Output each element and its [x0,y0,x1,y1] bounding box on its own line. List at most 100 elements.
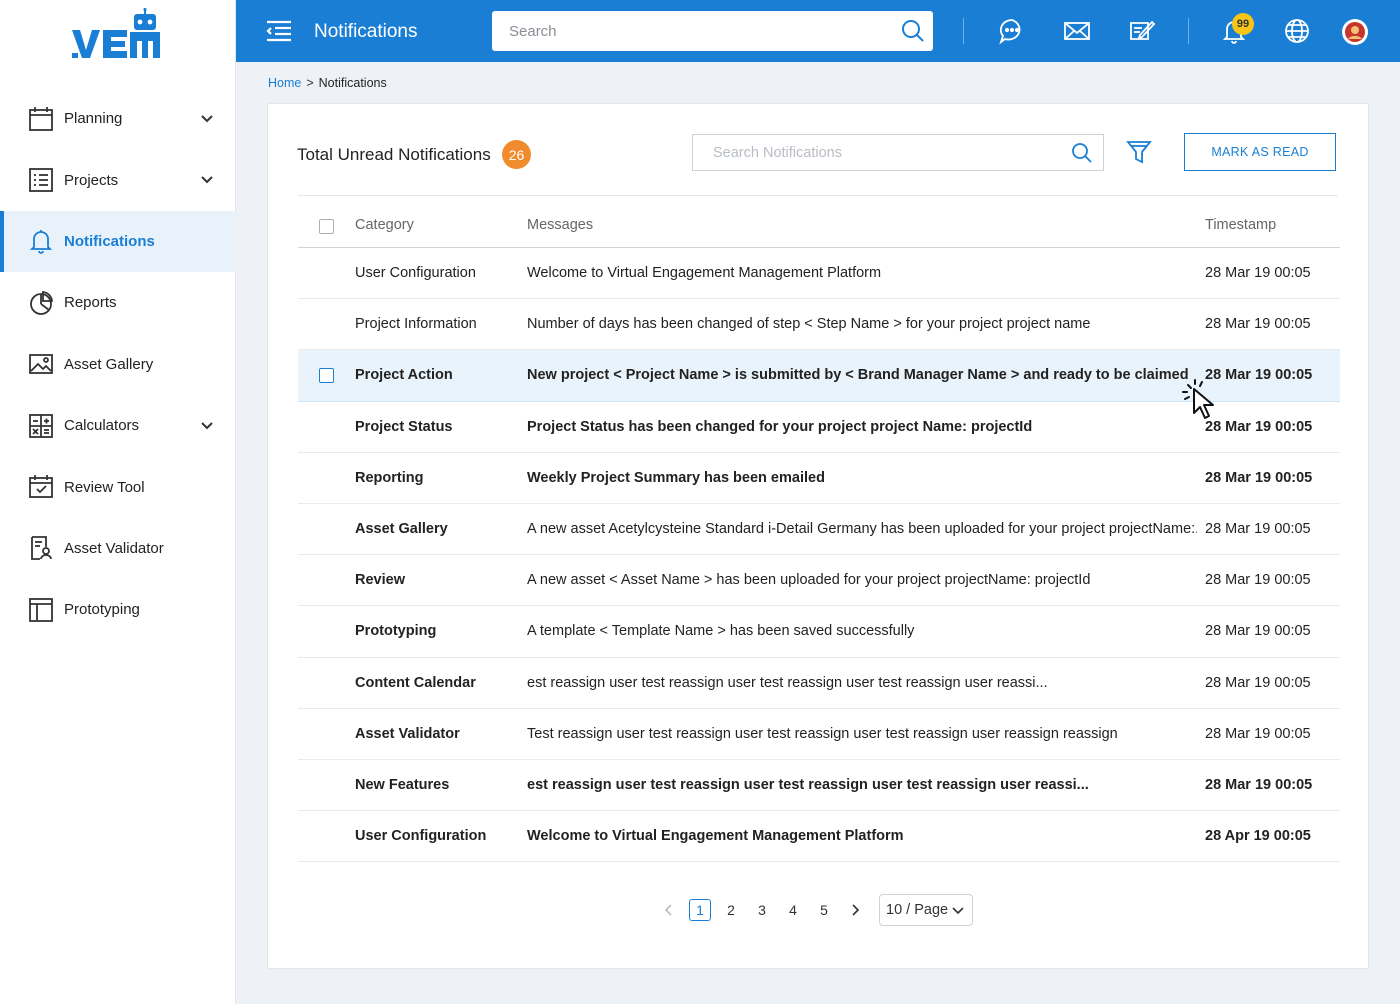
page-button[interactable]: 2 [720,899,742,921]
table-row[interactable]: Content Calendar est reassign user test … [298,658,1340,709]
sidebar-item-label: Calculators [64,417,140,435]
row-category: Project Action [355,367,453,384]
user-avatar[interactable] [1342,19,1368,45]
row-message: Number of days has been changed of step … [527,316,1091,333]
sidebar: Planning Projects Notifications Reports [0,0,236,1004]
calendar-icon [28,106,54,132]
unread-count-badge: 26 [502,140,531,169]
row-timestamp: 28 Mar 19 00:05 [1205,520,1311,537]
row-timestamp: 28 Mar 19 00:05 [1205,572,1311,589]
sidebar-item-review-tool[interactable]: Review Tool [0,456,236,517]
row-category: Reporting [355,469,424,486]
bell-icon [28,228,54,255]
notification-count-badge: 99 [1232,13,1254,35]
chevron-down-icon[interactable] [200,420,214,432]
document-user-icon [28,535,54,561]
row-message: A new asset < Asset Name > has been uplo… [527,572,1091,589]
image-icon [28,351,54,377]
column-header-timestamp[interactable]: Timestamp [1205,217,1276,233]
chevron-down-icon[interactable] [200,174,214,186]
row-message: est reassign user test reassign user tes… [527,776,1089,793]
sidebar-item-label: Planning [64,110,123,128]
sidebar-item-asset-validator[interactable]: Asset Validator [0,518,236,579]
chat-button[interactable] [997,16,1027,46]
breadcrumb-home-link[interactable]: Home [268,76,301,90]
page-button[interactable]: 5 [813,899,835,921]
search-input[interactable] [492,11,872,51]
page-button[interactable]: 1 [689,899,711,921]
row-checkbox[interactable] [319,368,334,384]
page-size-select[interactable]: 10 / Page [879,894,973,926]
prev-page-button[interactable] [658,899,680,921]
select-all-checkbox[interactable] [319,219,334,234]
row-timestamp: 28 Mar 19 00:05 [1205,674,1311,691]
table-row[interactable]: New Features est reassign user test reas… [298,760,1340,812]
table-row[interactable]: Reporting Weekly Project Summary has bee… [298,453,1340,504]
row-timestamp: 28 Mar 19 00:05 [1205,469,1313,486]
globe-icon [1285,19,1309,43]
search-icon[interactable] [901,19,925,43]
mail-button[interactable] [1062,16,1092,46]
compose-button[interactable] [1127,16,1157,46]
table-row[interactable]: Project Status Project Status has been c… [298,402,1340,453]
sidebar-item-reports[interactable]: Reports [0,272,236,333]
menu-toggle-icon[interactable] [266,20,292,42]
avatar-icon [1345,22,1365,42]
table-row[interactable]: Prototyping A template < Template Name >… [298,606,1340,658]
layout-icon [28,597,54,623]
list-icon [28,167,54,193]
page-button[interactable]: 4 [782,899,804,921]
chevron-right-icon [852,904,860,916]
row-message: est reassign user test reassign user tes… [527,674,1048,691]
vem-logo[interactable] [70,8,166,64]
table-row[interactable]: Asset Validator Test reassign user test … [298,709,1340,760]
search-icon[interactable] [1071,142,1093,164]
column-header-messages[interactable]: Messages [527,217,593,233]
sidebar-item-notifications[interactable]: Notifications [0,210,236,273]
mark-as-read-button[interactable]: MARK AS READ [1184,133,1336,171]
language-button[interactable] [1282,16,1312,46]
sidebar-nav: Planning Projects Notifications Reports [0,88,236,641]
chevron-down-icon [952,907,964,915]
sidebar-item-calculators[interactable]: Calculators [0,395,236,456]
row-category: Prototyping [355,623,437,640]
table-row[interactable]: Project Information Number of days has b… [298,299,1340,351]
table-row[interactable]: Project Action New project < Project Nam… [298,350,1340,420]
row-timestamp: 28 Mar 19 00:05 [1205,316,1311,333]
notification-search-input[interactable] [693,135,1053,170]
page-button[interactable]: 3 [751,899,773,921]
chevron-down-icon[interactable] [200,113,214,125]
sidebar-item-label: Review Tool [64,478,145,496]
row-category: Project Information [355,316,477,333]
table-row[interactable]: User Configuration Welcome to Virtual En… [298,248,1340,300]
sidebar-item-planning[interactable]: Planning [0,88,236,149]
row-timestamp: 28 Mar 19 00:05 [1205,776,1313,793]
unread-title: Total Unread Notifications [297,145,491,164]
chat-icon [999,19,1021,45]
row-timestamp: 28 Apr 19 00:05 [1205,828,1311,845]
next-page-button[interactable] [844,899,866,921]
row-category: Asset Gallery [355,520,448,537]
top-header: Notifications 99 [236,0,1400,62]
table-row[interactable]: Review A new asset < Asset Name > has be… [298,555,1340,607]
column-header-category[interactable]: Category [355,217,414,233]
card-divider [298,195,1338,196]
sidebar-item-projects[interactable]: Projects [0,149,236,210]
page-size-value: 10 / Page [886,902,949,918]
row-category: User Configuration [355,265,476,281]
row-category: Project Status [355,418,453,435]
table-row[interactable]: User Configuration Welcome to Virtual En… [298,811,1340,863]
filter-icon[interactable] [1126,139,1152,165]
row-timestamp: 28 Mar 19 00:05 [1205,265,1311,281]
row-category: User Configuration [355,828,487,845]
sidebar-item-asset-gallery[interactable]: Asset Gallery [0,334,236,395]
row-message: Welcome to Virtual Engagement Management… [527,828,904,845]
row-message: Test reassign user test reassign user te… [527,725,1118,742]
pie-chart-icon [28,290,54,316]
sidebar-item-label: Reports [64,294,117,312]
table-row[interactable]: Asset Gallery A new asset Acetylcysteine… [298,504,1340,556]
breadcrumb-current: Notifications [318,76,387,90]
sidebar-item-prototyping[interactable]: Prototyping [0,579,236,640]
table-header: Category Messages Timestamp [298,202,1340,248]
sidebar-item-label: Projects [64,171,119,189]
